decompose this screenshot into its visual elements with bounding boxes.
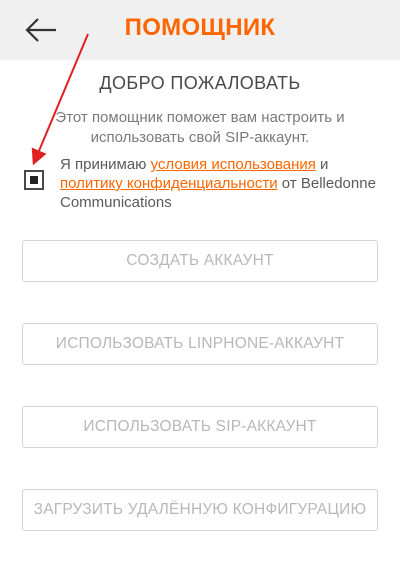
- assistant-screen: ПОМОЩНИК ДОБРО ПОЖАЛОВАТЬ Этот помощник …: [0, 0, 400, 564]
- page-title: ПОМОЩНИК: [124, 14, 276, 41]
- terms-agreement-text: Я принимаю условия использования и полит…: [60, 155, 385, 212]
- use-linphone-account-button[interactable]: ИСПОЛЬЗОВАТЬ LINPHONE-АККАУНТ: [22, 323, 378, 365]
- welcome-title: ДОБРО ПОЖАЛОВАТЬ: [99, 73, 301, 93]
- checkbox-checked-mark: [30, 176, 38, 184]
- remote-configuration-button[interactable]: ЗАГРУЗИТЬ УДАЛЁННУЮ КОНФИГУРАЦИЮ: [22, 489, 378, 531]
- top-bar: ПОМОЩНИК: [0, 0, 400, 60]
- terms-prefix: Я принимаю: [60, 156, 151, 173]
- use-sip-account-button[interactable]: ИСПОЛЬЗОВАТЬ SIP-АККАУНТ: [22, 406, 378, 448]
- terms-of-use-link[interactable]: условия использования: [151, 156, 316, 173]
- terms-checkbox[interactable]: [24, 170, 44, 190]
- terms-middle: и: [315, 156, 329, 173]
- privacy-policy-link[interactable]: политику конфиденциальности: [60, 175, 278, 192]
- welcome-description: Этот помощник поможет вам настроить и ис…: [55, 109, 345, 146]
- create-account-button[interactable]: СОЗДАТЬ АККАУНТ: [22, 240, 378, 282]
